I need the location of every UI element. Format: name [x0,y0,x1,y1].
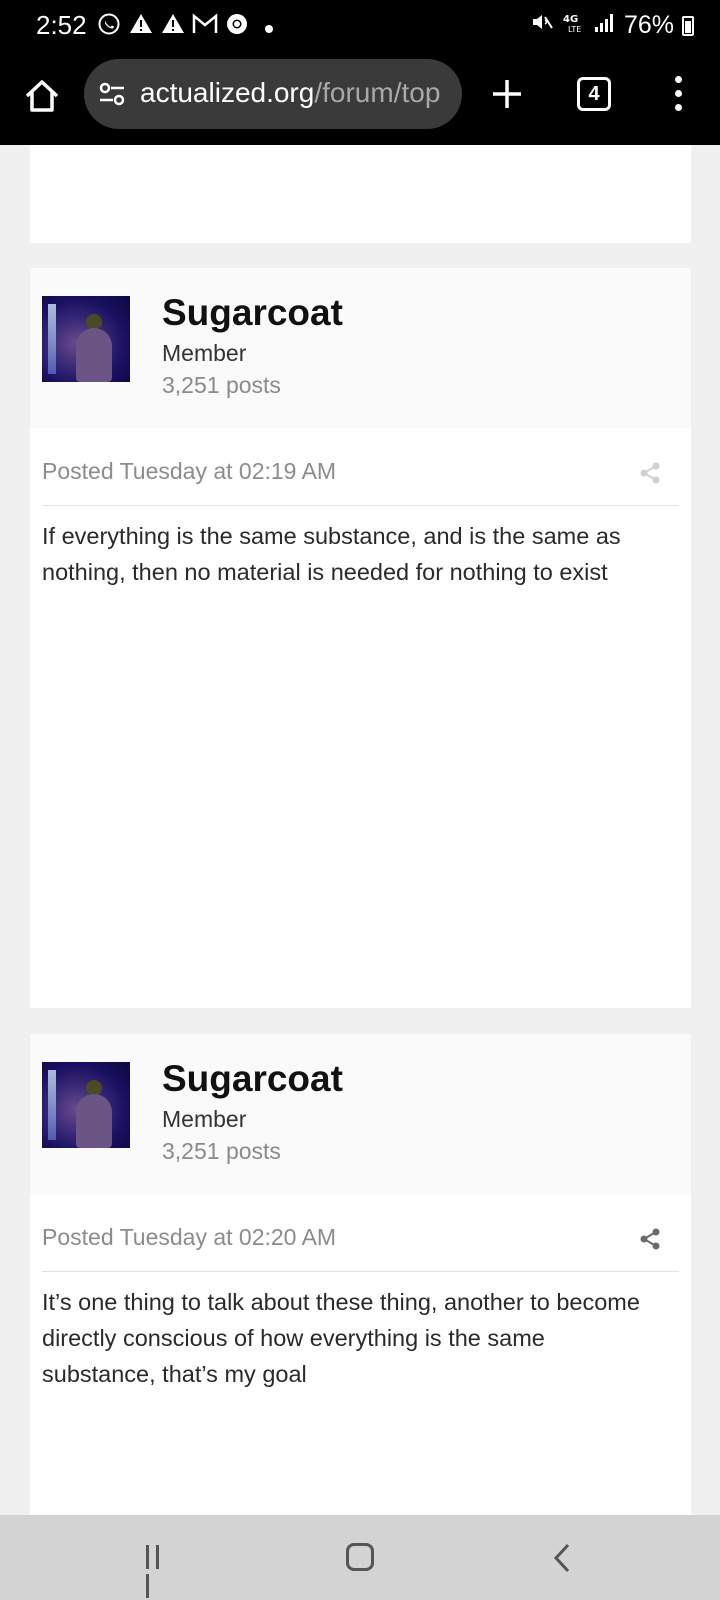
chrome-icon [224,12,250,42]
recent-apps-icon[interactable] [146,1545,174,1598]
previous-post-tail [30,145,691,243]
avatar[interactable] [42,1062,130,1148]
system-status: 4G LTE 76% [530,10,694,41]
4g-lte-icon: 4G LTE [562,11,586,40]
url-path: /forum/top [314,77,441,108]
home-button[interactable] [22,76,62,116]
post-text: If everything is the same substance, and… [42,523,621,585]
browser-toolbar: actualized.org/forum/top 4 [0,52,720,145]
url-domain: actualized.org [140,77,315,108]
site-settings-icon[interactable] [98,80,126,108]
forum-content[interactable]: Sugarcoat Member 3,251 posts Posted Tues… [0,145,720,1515]
author-rank: Member [162,340,247,366]
author-name[interactable]: Sugarcoat [162,1058,343,1100]
avatar[interactable] [42,296,130,382]
gmail-icon [192,13,218,41]
tab-switcher-button[interactable]: 4 [577,77,611,111]
plus-icon [493,80,521,108]
url-text[interactable]: actualized.org/forum/top [140,77,440,109]
signal-icon [594,11,616,40]
post-timestamp[interactable]: Posted Tuesday at 02:20 AM [42,1224,336,1251]
home-icon [25,80,59,112]
divider [42,505,679,506]
back-icon[interactable] [552,1543,572,1573]
share-icon[interactable] [639,462,661,484]
post-author-header: Sugarcoat Member 3,251 posts [30,268,691,428]
alert-icon [160,12,186,42]
battery-icon [682,15,694,36]
address-bar[interactable]: actualized.org/forum/top [84,59,462,129]
post-text: It’s one thing to talk about these thing… [42,1289,640,1387]
share-icon[interactable] [639,1228,661,1250]
author-rank: Member [162,1106,247,1132]
post-timestamp[interactable]: Posted Tuesday at 02:19 AM [42,458,336,485]
divider [42,1271,679,1272]
svg-text:LTE: LTE [568,25,581,34]
author-post-count: 3,251 posts [162,1138,281,1164]
forum-post: Sugarcoat Member 3,251 posts Posted Tues… [30,1034,691,1515]
forum-post: Sugarcoat Member 3,251 posts Posted Tues… [30,268,691,1008]
mute-icon [530,10,554,41]
more-menu-icon[interactable] [670,76,686,116]
notification-icons [96,12,282,42]
svg-text:4G: 4G [563,14,578,25]
new-tab-button[interactable] [487,74,527,114]
status-bar: 2:52 4G LTE 76% [0,0,720,52]
status-time: 2:52 [36,10,87,40]
battery-percent: 76% [623,11,674,39]
author-name[interactable]: Sugarcoat [162,292,343,334]
post-author-header: Sugarcoat Member 3,251 posts [30,1034,691,1194]
home-nav-icon[interactable] [346,1543,374,1571]
author-post-count: 3,251 posts [162,372,281,398]
system-nav-bar [0,1515,720,1600]
alert-icon [128,12,154,42]
dot-icon [256,14,282,40]
whatsapp-icon [96,12,122,42]
